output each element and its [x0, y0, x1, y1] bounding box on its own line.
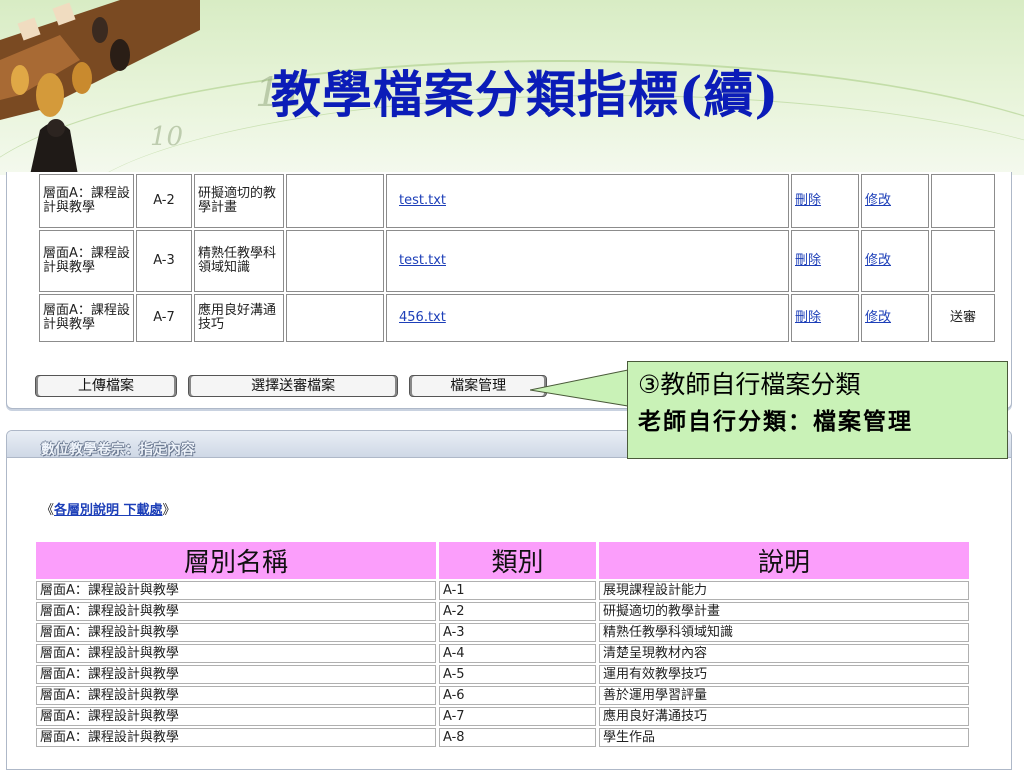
layer-description-download-link[interactable]: 各層別說明 下載處	[54, 503, 163, 518]
edit-link[interactable]: 修改	[865, 253, 891, 268]
layer-name-cell: 層面A：課程設計與教學	[36, 686, 436, 705]
edit-link[interactable]: 修改	[865, 193, 891, 208]
delete-cell: 刪除	[791, 174, 859, 228]
category-cell: A-6	[439, 686, 596, 705]
file-table: 層面A：課程設計與教學 A-2 研擬適切的教學計畫 test.txt 刪除 修改…	[37, 172, 997, 344]
delete-link[interactable]: 刪除	[795, 253, 821, 268]
header-category: 類別	[439, 542, 596, 579]
category-cell: A-5	[439, 665, 596, 684]
panel-title: 數位教學卷宗：指定內容	[41, 442, 195, 458]
edit-cell: 修改	[861, 174, 929, 228]
description-cell: 學生作品	[599, 728, 969, 747]
table-row: 層面A：課程設計與教學 A-2 研擬適切的教學計畫 test.txt 刪除 修改	[39, 174, 995, 228]
table-row: 層面A：課程設計與教學 A-1 展現課程設計能力	[36, 581, 969, 600]
file-manage-button[interactable]: 檔案管理	[409, 375, 548, 397]
indicator-cell: 應用良好溝通技巧	[194, 294, 284, 342]
layer-cell: 層面A：課程設計與教學	[39, 230, 134, 292]
note-cell	[286, 294, 384, 342]
code-cell: A-3	[136, 230, 192, 292]
select-submit-file-button[interactable]: 選擇送審檔案	[188, 375, 399, 397]
layer-cell: 層面A：課程設計與教學	[39, 294, 134, 342]
indicator-cell: 精熟任教學科領域知識	[194, 230, 284, 292]
callout-subtext: 老師自行分類：檔案管理	[638, 409, 913, 435]
status-cell: 送審	[931, 294, 995, 342]
description-cell: 清楚呈現教材內容	[599, 644, 969, 663]
category-cell: A-2	[439, 602, 596, 621]
description-cell: 展現課程設計能力	[599, 581, 969, 600]
upload-file-button[interactable]: 上傳檔案	[35, 375, 177, 397]
layer-name-cell: 層面A：課程設計與教學	[36, 644, 436, 663]
layer-name-cell: 層面A：課程設計與教學	[36, 707, 436, 726]
status-cell	[931, 174, 995, 228]
category-cell: A-1	[439, 581, 596, 600]
table-row: 層面A：課程設計與教學 A-6 善於運用學習評量	[36, 686, 969, 705]
action-button-row: 上傳檔案 選擇送審檔案 檔案管理	[35, 375, 553, 397]
download-line: 《各層別說明 下載處》	[41, 499, 176, 518]
description-cell: 應用良好溝通技巧	[599, 707, 969, 726]
description-cell: 善於運用學習評量	[599, 686, 969, 705]
description-cell: 精熟任教學科領域知識	[599, 623, 969, 642]
layer-name-cell: 層面A：課程設計與教學	[36, 581, 436, 600]
delete-cell: 刪除	[791, 294, 859, 342]
layer-name-cell: 層面A：課程設計與教學	[36, 602, 436, 621]
table-row: 層面A：課程設計與教學 A-3 精熟任教學科領域知識	[36, 623, 969, 642]
delete-cell: 刪除	[791, 230, 859, 292]
code-cell: A-7	[136, 294, 192, 342]
file-link[interactable]: test.txt	[399, 253, 446, 268]
delete-link[interactable]: 刪除	[795, 310, 821, 325]
bracket-close: 》	[162, 503, 176, 518]
table-row: 層面A：課程設計與教學 A-8 學生作品	[36, 728, 969, 747]
file-link[interactable]: 456.txt	[399, 310, 446, 325]
file-link[interactable]: test.txt	[399, 193, 446, 208]
header-description: 說明	[599, 542, 969, 579]
table-row: 層面A：課程設計與教學 A-7 應用良好溝通技巧	[36, 707, 969, 726]
edit-cell: 修改	[861, 230, 929, 292]
bracket-open: 《	[41, 503, 55, 518]
table-row: 層面A：課程設計與教學 A-3 精熟任教學科領域知識 test.txt 刪除 修…	[39, 230, 995, 292]
designated-content-panel: 數位教學卷宗：指定內容 《各層別說明 下載處》 層別名稱 類別 說明 層面A：課…	[6, 430, 1012, 770]
file-cell: test.txt	[386, 230, 789, 292]
layer-name-cell: 層面A：課程設計與教學	[36, 623, 436, 642]
layer-name-cell: 層面A：課程設計與教學	[36, 728, 436, 747]
file-cell: 456.txt	[386, 294, 789, 342]
category-cell: A-3	[439, 623, 596, 642]
note-cell	[286, 174, 384, 228]
category-cell: A-7	[439, 707, 596, 726]
code-cell: A-2	[136, 174, 192, 228]
description-cell: 運用有效教學技巧	[599, 665, 969, 684]
slide-title: 教學檔案分類指標(續)	[270, 65, 780, 124]
header-layer-name: 層別名稱	[36, 542, 436, 579]
category-cell: A-8	[439, 728, 596, 747]
description-cell: 研擬適切的教學計畫	[599, 602, 969, 621]
annotation-callout: ③教師自行檔案分類 老師自行分類：檔案管理	[627, 361, 1008, 459]
table-row: 層面A：課程設計與教學 A-2 研擬適切的教學計畫	[36, 602, 969, 621]
layer-description-table: 層別名稱 類別 說明 層面A：課程設計與教學 A-1 展現課程設計能力 層面A：…	[33, 540, 972, 749]
indicator-cell: 研擬適切的教學計畫	[194, 174, 284, 228]
table-header-row: 層別名稱 類別 說明	[36, 542, 969, 579]
table-row: 層面A：課程設計與教學 A-7 應用良好溝通技巧 456.txt 刪除 修改 送…	[39, 294, 995, 342]
table-row: 層面A：課程設計與教學 A-5 運用有效教學技巧	[36, 665, 969, 684]
edit-link[interactable]: 修改	[865, 310, 891, 325]
chess-pieces-image: 10	[0, 0, 200, 175]
layer-name-cell: 層面A：課程設計與教學	[36, 665, 436, 684]
slide-header: 10 11 教學檔案分類指標(續)	[0, 0, 1024, 175]
category-cell: A-4	[439, 644, 596, 663]
table-row: 層面A：課程設計與教學 A-4 清楚呈現教材內容	[36, 644, 969, 663]
status-cell	[931, 230, 995, 292]
clock-number: 10	[150, 122, 183, 152]
callout-heading: ③教師自行檔案分類	[638, 370, 861, 399]
note-cell	[286, 230, 384, 292]
layer-cell: 層面A：課程設計與教學	[39, 174, 134, 228]
delete-link[interactable]: 刪除	[795, 193, 821, 208]
callout-pointer	[530, 369, 630, 407]
file-cell: test.txt	[386, 174, 789, 228]
edit-cell: 修改	[861, 294, 929, 342]
